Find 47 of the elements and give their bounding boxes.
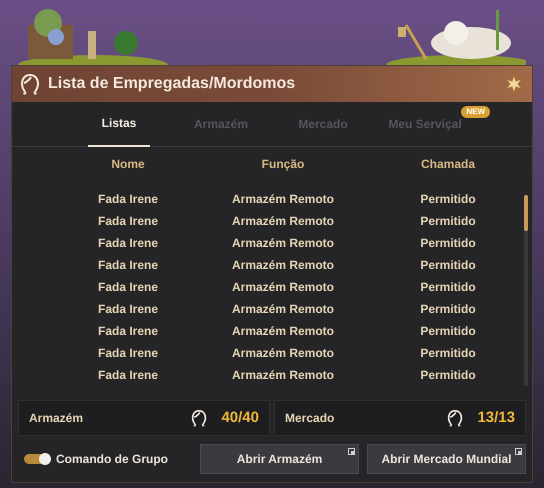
new-badge: NEW [461, 106, 490, 118]
table-cell-text: Fada Irene [98, 235, 158, 252]
flower-icon[interactable] [504, 74, 524, 94]
toggle-label: Comando de Grupo [56, 451, 168, 468]
table-cell-text: Fada Irene [98, 345, 158, 362]
table-cell-text: Permitido [420, 367, 476, 384]
stat-count: 13/13 [477, 408, 515, 428]
window-title: Lista de Empregadas/Mordomos [48, 74, 296, 94]
table-cell-text: Fada Irene [98, 367, 158, 384]
table-cell-text: Permitido [420, 191, 476, 208]
table-cell-text: Permitido [420, 323, 476, 340]
table-cell-text: Fada Irene [98, 323, 158, 340]
column-header: Nome [111, 156, 145, 173]
stat-label: Armazém [29, 410, 84, 427]
table-cell-text: Permitido [420, 279, 476, 296]
head-icon [191, 409, 208, 427]
stat-label: Mercado [285, 410, 334, 427]
table-cell-text: Armazém Remoto [232, 257, 334, 274]
column-header: Função [262, 156, 304, 173]
column-header: Chamada [420, 156, 476, 173]
table-cell-text: Fada Irene [98, 279, 158, 296]
popup-icon [515, 448, 522, 455]
table-cell-text: Armazém Remoto [232, 323, 334, 340]
table-cell-text: Armazém Remoto [232, 367, 334, 384]
table-cell-text: Armazém Remoto [232, 235, 334, 252]
table-cell-text: Fada Irene [98, 191, 158, 208]
toggle-switch[interactable] [24, 454, 50, 464]
table-cell-text: Permitido [420, 301, 476, 318]
stat-count: 40/40 [221, 408, 259, 428]
tab[interactable]: Listas [88, 102, 150, 146]
table-cell-text: Fada Irene [98, 257, 158, 274]
table-cell-text: Armazém Remoto [232, 279, 334, 296]
table-cell-text: Fada Irene [98, 213, 158, 230]
open-button[interactable]: Abrir Armazém [200, 444, 359, 474]
table-cell-text: Permitido [420, 345, 476, 362]
table-cell-text: Armazém Remoto [232, 191, 334, 208]
popup-icon [348, 448, 355, 455]
table-cell-text: Fada Irene [98, 301, 158, 318]
table-cell-text: Armazém Remoto [232, 213, 334, 230]
table-cell-text: Armazém Remoto [232, 345, 334, 362]
open-button[interactable]: Abrir Mercado Mundial [367, 444, 526, 474]
table-cell-text: Permitido [420, 213, 476, 230]
table-cell-text: Armazém Remoto [232, 301, 334, 318]
head-icon [447, 409, 464, 427]
head-icon [20, 73, 40, 95]
table-cell-text: Permitido [420, 257, 476, 274]
table-cell-text: Permitido [420, 235, 476, 252]
